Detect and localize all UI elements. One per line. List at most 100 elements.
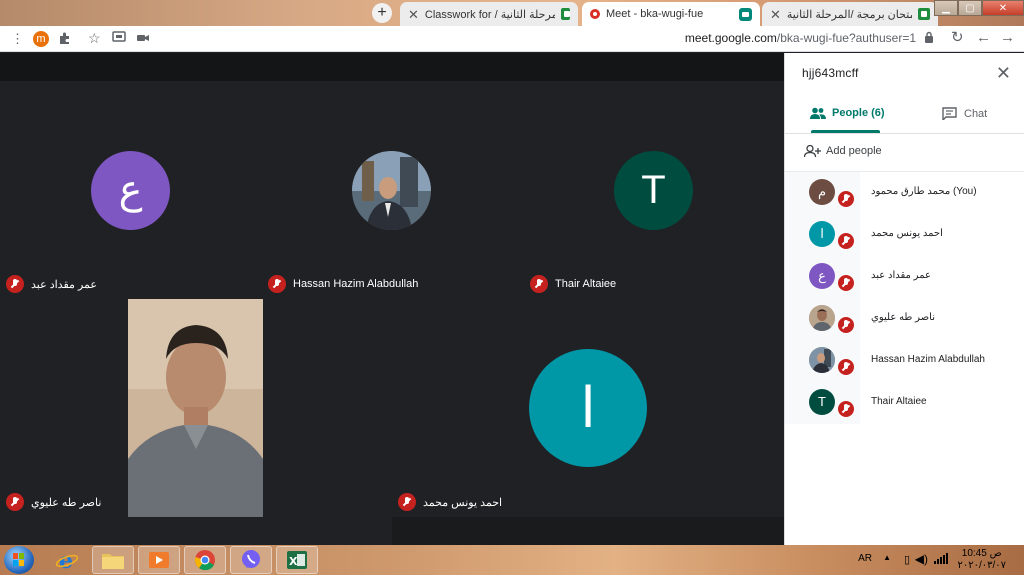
participant-avatar: م [809, 179, 835, 205]
media-player-taskbar-icon[interactable] [138, 546, 180, 574]
tab-meet[interactable]: Meet - bka-wugi-fue [582, 2, 760, 26]
list-item[interactable]: ناصر طه عليوي [785, 298, 1024, 340]
tab-chat[interactable]: Chat [942, 107, 987, 120]
muted-mic-icon [838, 191, 854, 207]
muted-mic-icon [530, 275, 548, 293]
classroom-favicon-icon [918, 8, 930, 20]
url-host: meet.google.com [684, 31, 777, 45]
lock-icon[interactable] [924, 31, 934, 47]
people-panel: hjj643mcff ✕ People (6) Chat Add people … [784, 53, 1024, 545]
language-indicator[interactable]: AR [858, 553, 872, 564]
tab-title: امتحان برمجة /المرحلة الثانية / [786, 8, 912, 21]
participant-avatar: T [614, 151, 693, 230]
add-person-icon [804, 145, 821, 157]
list-item[interactable]: ا احمد يونس محمد [785, 214, 1024, 256]
excel-taskbar-icon[interactable]: X [276, 546, 318, 574]
avatar-letter: T [641, 168, 666, 212]
stage-footer-strip [392, 517, 784, 545]
participant-photo [809, 305, 835, 331]
start-button[interactable] [4, 546, 34, 574]
tile-label: Thair Altaiee [530, 275, 616, 293]
participant-avatar: ا [809, 221, 835, 247]
explorer-taskbar-icon[interactable] [92, 546, 134, 574]
maximize-icon[interactable]: ▢ [958, 0, 982, 16]
avatar-letter: ا [580, 376, 596, 439]
tile-label: Hassan Hazim Alabdullah [268, 275, 418, 293]
tab-exam[interactable]: ✕ امتحان برمجة /المرحلة الثانية / [762, 2, 938, 26]
menu-kebab-icon[interactable]: ⋮ [11, 31, 24, 47]
participant-name: Hassan Hazim Alabdullah [293, 278, 419, 290]
close-window-icon[interactable]: ✕ [982, 0, 1024, 16]
muted-mic-icon [268, 275, 286, 293]
participant-photo [352, 151, 431, 230]
participant-avatar: ا [529, 349, 647, 467]
new-tab-button[interactable]: + [372, 3, 392, 23]
address-bar[interactable]: meet.google.com/bka-wugi-fue?authuser=1 [685, 31, 916, 45]
tab-title: Meet - bka-wugi-fue [606, 8, 704, 20]
participant-name: Thair Altaiee [555, 278, 617, 290]
reload-icon[interactable]: ↻ [951, 30, 964, 46]
close-tab-icon[interactable]: ✕ [770, 8, 781, 21]
close-panel-icon[interactable]: ✕ [996, 63, 1011, 83]
muted-mic-icon [838, 233, 854, 249]
list-item[interactable]: م محمد طارق محمود (You) [785, 172, 1024, 214]
participant-avatar: ع [809, 263, 835, 289]
minimize-icon[interactable]: ▁ [934, 0, 958, 16]
window-controls: ▁ ▢ ✕ [934, 0, 1024, 16]
participant-avatar: T [809, 389, 835, 415]
participant-name: Hassan Hazim Alabdullah [871, 354, 985, 365]
volume-icon[interactable]: ◀) [915, 552, 928, 566]
muted-mic-icon [6, 493, 24, 511]
network-signal-icon[interactable] [934, 552, 948, 567]
battery-icon[interactable]: ▯ [904, 553, 910, 566]
list-item[interactable]: T Thair Altaiee [785, 382, 1024, 424]
meeting-stage: ع عمر مقداد عبد Hassan Hazim Alabdullah … [0, 53, 784, 545]
muted-mic-icon [838, 359, 854, 375]
bookmark-star-icon[interactable]: ☆ [88, 30, 101, 46]
add-people-button[interactable]: Add people [804, 145, 882, 157]
muted-mic-icon [6, 275, 24, 293]
meet-favicon-icon [739, 7, 752, 21]
svg-text:X: X [289, 555, 298, 568]
muted-mic-icon [838, 317, 854, 333]
camera-in-use-icon[interactable] [137, 31, 149, 47]
participant-list: م محمد طارق محمود (You) ا احمد يونس محمد… [785, 172, 1024, 424]
meeting-code: hjj643mcff [802, 66, 859, 80]
participant-name: احمد يونس محمد [423, 496, 503, 509]
participant-name: عمر مقداد عبد [31, 278, 97, 291]
tray-expand-icon[interactable]: ▲ [883, 553, 891, 562]
url-path: /bka-wugi-fue?authuser=1 [776, 31, 916, 45]
windows-taskbar: e X AR ▲ ▯ ◀) ص 10:45 ٢٠٢٠/٠٣/٠٧ [0, 545, 1024, 575]
participant-name: Thair Altaiee [871, 396, 927, 407]
profile-avatar[interactable]: m [33, 31, 49, 47]
tab-classwork[interactable]: ✕ Classwork for / برمجة /المرحلة الثانية [400, 2, 578, 26]
ie-taskbar-icon[interactable]: e [46, 546, 88, 574]
chat-icon [942, 107, 957, 120]
forward-icon[interactable]: ← [976, 30, 991, 46]
recording-dot-icon [590, 9, 600, 19]
viber-taskbar-icon[interactable] [230, 546, 272, 574]
tab-people-label: People (6) [832, 107, 885, 119]
participant-avatar: ع [91, 151, 170, 230]
participant-name: ناصر طه عليوي [31, 496, 102, 509]
tab-chat-label: Chat [964, 107, 988, 120]
list-item[interactable]: ع عمر مقداد عبد [785, 256, 1024, 298]
cast-icon[interactable] [112, 31, 126, 47]
classroom-favicon-icon [561, 8, 570, 20]
list-item[interactable]: Hassan Hazim Alabdullah [785, 340, 1024, 382]
divider [785, 133, 1024, 134]
back-icon[interactable]: → [1000, 30, 1015, 46]
tab-people[interactable]: People (6) [810, 107, 885, 119]
participant-name: عمر مقداد عبد [871, 270, 931, 281]
close-tab-icon[interactable]: ✕ [408, 8, 419, 21]
participant-video [128, 299, 263, 517]
clock-time: ص 10:45 [961, 548, 1002, 559]
extensions-icon[interactable] [58, 31, 72, 49]
avatar-letter: ع [118, 168, 143, 212]
participant-name: ناصر طه عليوي [871, 312, 936, 323]
tile-label: عمر مقداد عبد [6, 275, 97, 293]
chrome-taskbar-icon[interactable] [184, 546, 226, 574]
system-clock[interactable]: ص 10:45 ٢٠٢٠/٠٣/٠٧ [957, 548, 1006, 572]
muted-mic-icon [398, 493, 416, 511]
participant-photo [809, 347, 835, 373]
